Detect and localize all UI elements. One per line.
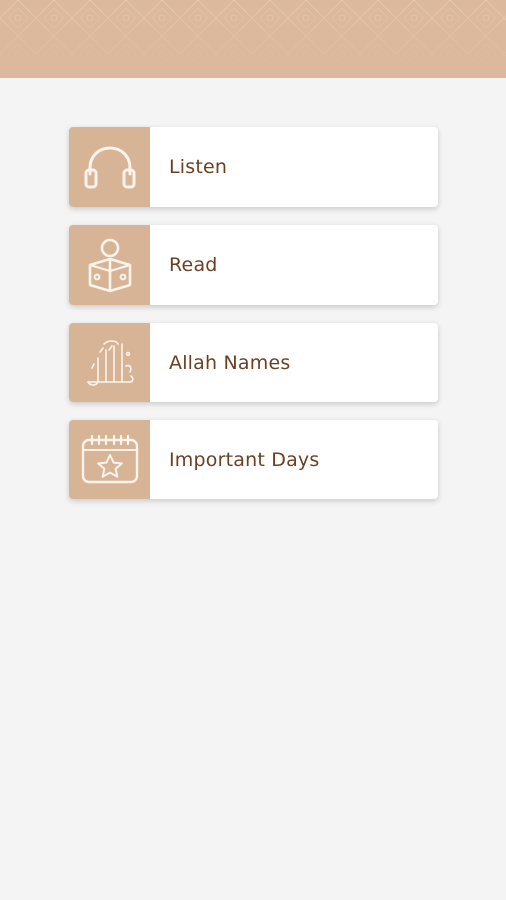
reading-person-icon [88,238,131,293]
allah-calligraphy-icon [86,339,134,386]
menu-item-allah-names[interactable]: Allah Names [69,323,438,402]
header-pattern [0,0,506,78]
menu-item-label: Allah Names [169,351,291,374]
menu-item-listen[interactable]: Listen [69,127,438,207]
calendar-star-icon [81,434,138,483]
main-menu: Listen Read Allah Names Important Days [69,127,438,517]
header-banner [0,0,506,78]
menu-item-important-days[interactable]: Important Days [69,420,438,499]
menu-icon-tile [69,420,150,499]
menu-item-label: Read [169,254,218,276]
menu-icon-tile [69,127,150,207]
menu-icon-tile [69,323,150,402]
headphones-icon [84,146,135,189]
menu-item-label: Listen [169,156,228,178]
menu-item-read[interactable]: Read [69,225,438,305]
menu-item-label: Important Days [169,448,320,471]
menu-icon-tile [69,225,150,305]
